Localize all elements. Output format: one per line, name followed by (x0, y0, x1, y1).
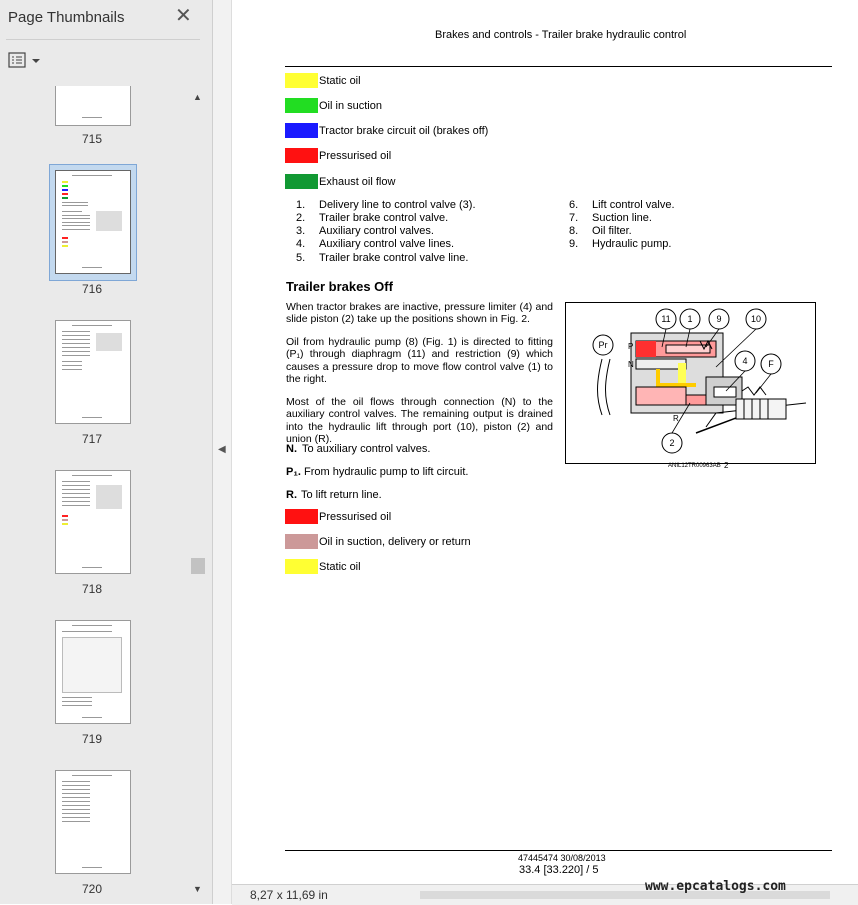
note-text: To auxiliary control valves. (302, 443, 431, 455)
legend-swatch-pressurised-oil (285, 148, 318, 163)
legend-swatch-static-oil (285, 73, 318, 88)
list-item: Auxiliary control valves. (319, 225, 434, 237)
thumbnail-options-button[interactable] (8, 52, 42, 70)
list-number: 5. (296, 252, 306, 264)
footer-rule (285, 850, 832, 851)
list-number: 3. (296, 225, 306, 237)
thumbnails-panel: Page Thumbnails ✕ 715 716 717 718 719 72… (0, 0, 213, 904)
figure-code: ANIL12TR00963AB (668, 463, 721, 469)
list-item: Delivery line to control valve (3). (319, 199, 476, 211)
list-number: 4. (296, 238, 306, 250)
footer-page-ref: 33.4 [33.220] / 5 (519, 864, 599, 876)
legend-label: Pressurised oil (319, 150, 392, 162)
collapse-panel-icon[interactable]: ◀ (218, 444, 226, 455)
note-text: From hydraulic pump to lift circuit. (304, 466, 469, 478)
paragraph: Most of the oil flows through connection… (286, 396, 553, 446)
list-number: 6. (569, 199, 579, 211)
legend-label: Oil in suction (319, 100, 382, 112)
list-item: Auxiliary control valve lines. (319, 238, 455, 250)
note-text: To lift return line. (301, 489, 382, 501)
thumbnail-page[interactable] (55, 470, 131, 574)
list-number: 2. (296, 212, 306, 224)
legend-swatch-oil-in-suction (285, 98, 318, 113)
thumbnail-options-icon (8, 52, 40, 68)
note-key: P₁. (286, 466, 301, 478)
figure-number: 2 (724, 461, 729, 470)
scroll-down-icon[interactable]: ▼ (193, 884, 202, 894)
list-item: Suction line. (592, 212, 652, 224)
thumbnail-label: 718 (81, 582, 103, 596)
list-item: Lift control valve. (592, 199, 675, 211)
legend-swatch-pressurised-oil (285, 509, 318, 524)
callout-4: 4 (742, 356, 747, 366)
callout-1: 1 (687, 314, 692, 324)
note-key: R. (286, 489, 297, 501)
list-number: 7. (569, 212, 579, 224)
trailer-brake-valve-diagram: P N R 11 1 9 10 Pr 4 F 2 (592, 308, 807, 454)
thumbnail-page[interactable] (55, 86, 131, 126)
list-item: Hydraulic pump. (592, 238, 672, 250)
thumbnail-label: 720 (81, 882, 103, 896)
header-rule (285, 66, 832, 67)
legend-label: Pressurised oil (319, 511, 392, 523)
legend-label: Static oil (319, 561, 361, 573)
thumbnail-label: 716 (81, 282, 103, 296)
legend-swatch-oil-in-suction (285, 534, 318, 549)
thumbnail-page[interactable] (55, 320, 131, 424)
scrollbar-thumb[interactable] (191, 558, 205, 574)
panel-header: Page Thumbnails ✕ (0, 0, 212, 38)
section-title: Trailer brakes Off (286, 279, 393, 294)
thumbnail-list: 715 716 717 718 719 720 (0, 86, 190, 898)
hydraulic-diagram-figure: P N R 11 1 9 10 Pr 4 F 2 (565, 302, 816, 464)
thumbnail-label: 719 (81, 732, 103, 746)
list-item: Oil filter. (592, 225, 632, 237)
footer-doc-ref: 47445474 30/08/2013 (518, 853, 606, 863)
list-item: Trailer brake control valve. (319, 212, 449, 224)
close-icon[interactable]: ✕ (175, 6, 192, 26)
callout-10: 10 (751, 314, 761, 324)
port-label-n: N (628, 360, 634, 369)
thumbnail-label: 715 (81, 132, 103, 146)
legend-swatch-static-oil (285, 559, 318, 574)
panel-splitter[interactable]: ◀ (213, 0, 232, 904)
thumbnail-scrollbar[interactable]: ▲ ▼ (190, 90, 206, 898)
legend-swatch-exhaust-oil (285, 174, 318, 189)
note-key: N. (286, 443, 297, 455)
page-header-title: Brakes and controls - Trailer brake hydr… (435, 29, 687, 41)
callout-9: 9 (716, 314, 721, 324)
scroll-up-icon[interactable]: ▲ (193, 92, 202, 102)
page-size-readout: 8,27 x 11,69 in (250, 888, 328, 902)
callout-11: 11 (661, 314, 670, 324)
document-page: Brakes and controls - Trailer brake hydr… (232, 0, 858, 884)
paragraph: When tractor brakes are inactive, pressu… (286, 301, 553, 326)
callout-2: 2 (669, 438, 674, 448)
thumbnail-page[interactable] (55, 770, 131, 874)
list-number: 8. (569, 225, 579, 237)
port-label-r: R (673, 414, 679, 423)
paragraph: Oil from hydraulic pump (8) (Fig. 1) is … (286, 336, 553, 386)
divider (6, 39, 200, 40)
legend-label: Exhaust oil flow (319, 176, 396, 188)
list-number: 1. (296, 199, 306, 211)
list-number: 9. (569, 238, 579, 250)
thumbnail-page[interactable] (55, 170, 131, 274)
list-item: Trailer brake control valve line. (319, 252, 469, 264)
thumbnail-page[interactable] (55, 620, 131, 724)
watermark-text: www.epcatalogs.com (645, 879, 786, 894)
legend-swatch-brake-circuit-oil (285, 123, 318, 138)
callout-f: F (768, 359, 774, 369)
port-label-p: P (628, 342, 633, 351)
callout-pr: Pr (599, 340, 608, 350)
panel-title: Page Thumbnails (8, 9, 125, 26)
legend-label: Static oil (319, 75, 361, 87)
legend-label: Oil in suction, delivery or return (319, 536, 471, 548)
legend-label: Tractor brake circuit oil (brakes off) (319, 125, 489, 137)
thumbnail-label: 717 (81, 432, 103, 446)
